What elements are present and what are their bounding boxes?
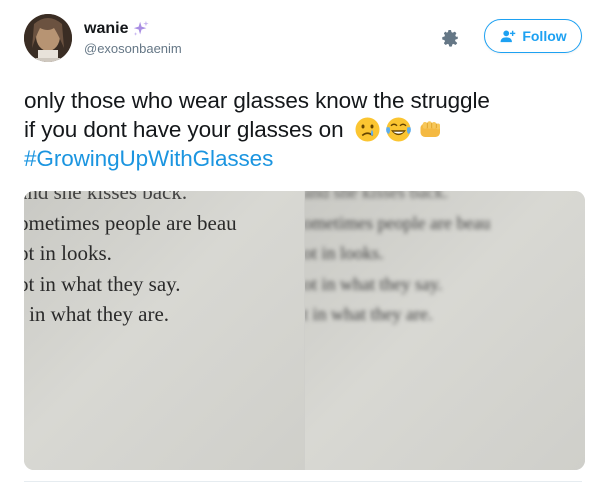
page-line: t in what they are. — [24, 302, 170, 326]
sparkles-icon — [134, 20, 150, 36]
tweet-text: only those who wear glasses know the str… — [24, 86, 584, 173]
photo-blurred[interactable]: and she kisses back. ometimes people are… — [305, 191, 585, 470]
page-line: ometimes people are beau — [305, 212, 491, 233]
crying-face-icon — [355, 117, 380, 142]
tears-of-joy-icon — [385, 117, 411, 142]
display-name[interactable]: wanie — [84, 20, 182, 38]
oncoming-fist-icon — [420, 121, 440, 137]
tweet-line-1: only those who wear glasses know the str… — [24, 88, 490, 113]
avatar[interactable] — [24, 14, 72, 62]
hashtag-link[interactable]: #GrowingUpWithGlasses — [24, 144, 584, 173]
page-line: ot in looks. — [305, 243, 384, 263]
page-line: ot in looks. — [24, 241, 112, 265]
page-line: and she kisses back. — [305, 191, 448, 202]
book-page-text: and she kisses back. ometimes people are… — [24, 191, 237, 330]
tweet-line-2: if you dont have your glasses on — [24, 115, 584, 144]
book-page-text: and she kisses back. ometimes people are… — [305, 191, 490, 330]
follow-label: Follow — [522, 28, 567, 44]
page-line: ometimes people are beau — [24, 210, 237, 235]
page-line: ot in what they say. — [305, 273, 443, 294]
display-name-text: wanie — [84, 20, 129, 37]
gear-icon[interactable] — [440, 28, 460, 48]
page-line: t in what they are. — [305, 304, 433, 324]
follow-button[interactable]: Follow — [484, 19, 582, 53]
user-handle[interactable]: @exosonbaenim — [84, 41, 182, 56]
page-line: ot in what they say. — [24, 271, 181, 296]
add-user-icon — [500, 30, 516, 43]
divider — [24, 481, 582, 482]
page-line: and she kisses back. — [24, 191, 188, 204]
user-names: wanie @exosonbaenim — [84, 20, 182, 56]
photo-sharp[interactable]: and she kisses back. ometimes people are… — [24, 191, 304, 470]
tweet-header: wanie @exosonbaenim Follow — [24, 14, 582, 66]
tweet-line-2-text: if you dont have your glasses on — [24, 117, 344, 142]
media-grid: and she kisses back. ometimes people are… — [24, 191, 585, 470]
